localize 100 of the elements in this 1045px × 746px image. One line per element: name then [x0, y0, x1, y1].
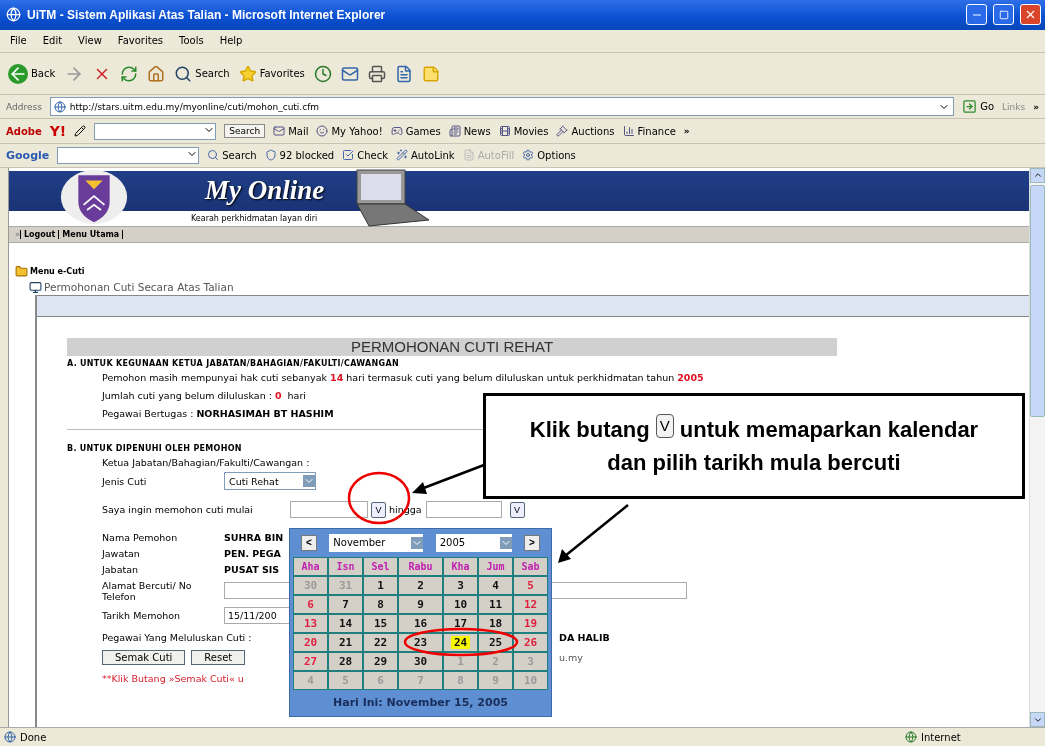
- calendar-day[interactable]: 22: [364, 633, 397, 651]
- printer-icon: [367, 64, 386, 83]
- calendar-day[interactable]: 30: [399, 652, 442, 670]
- calendar-day[interactable]: 3: [444, 576, 477, 594]
- previous-month-button[interactable]: <: [301, 534, 317, 551]
- form-button[interactable]: Reset: [191, 650, 246, 666]
- google-search-field[interactable]: [57, 147, 200, 164]
- more-chevron[interactable]: »: [683, 126, 690, 137]
- go-button[interactable]: Go: [962, 99, 995, 115]
- menu-item[interactable]: Help: [219, 35, 243, 47]
- leave-type-select[interactable]: Cuti Rehat: [224, 472, 316, 491]
- yahoo-toolbar-item[interactable]: News: [448, 125, 491, 138]
- search-button[interactable]: Search: [174, 64, 230, 83]
- menu-item[interactable]: Favorites: [117, 35, 163, 47]
- menu-item[interactable]: File: [10, 35, 27, 47]
- yahoo-toolbar-item[interactable]: Mail: [273, 125, 309, 138]
- calendar-day[interactable]: 16: [399, 614, 442, 632]
- info-text: Pemohon masih mempunyai hak cuti sebanyak 14 hari termasuk cuti yang belum diluluskan untuk perkhidmatan tahun 2005: [102, 371, 704, 386]
- back-button[interactable]: Back: [8, 63, 56, 84]
- calendar-day[interactable]: 14: [329, 614, 362, 632]
- calendar-day[interactable]: 4: [479, 576, 512, 594]
- page-icon: [53, 100, 66, 113]
- month-select[interactable]: November: [329, 533, 424, 552]
- print-button[interactable]: [367, 64, 386, 83]
- refresh-button[interactable]: [120, 64, 139, 83]
- calendar-day[interactable]: 10: [444, 595, 477, 613]
- field-value: PUSAT SIS: [224, 564, 280, 576]
- start-date-field[interactable]: [290, 501, 368, 519]
- yahoo-logo[interactable]: Y!: [49, 123, 67, 140]
- year-select[interactable]: 2005: [435, 533, 512, 552]
- weekday-header: Jum: [479, 557, 512, 575]
- google-toolbar-item[interactable]: AutoLink: [395, 149, 455, 162]
- yahoo-toolbar-item[interactable]: My Yahoo!: [316, 125, 383, 138]
- section-title: B. UNTUK DIPENUHI OLEH PEMOHON: [67, 443, 242, 454]
- yahoo-toolbar-item[interactable]: Games: [390, 125, 441, 138]
- history-button[interactable]: [313, 64, 332, 83]
- end-date-field[interactable]: [425, 501, 502, 519]
- mail-button[interactable]: [340, 64, 359, 83]
- next-month-button[interactable]: >: [524, 534, 540, 551]
- calendar-button[interactable]: V: [371, 501, 386, 518]
- document-icon: [394, 64, 413, 83]
- nav-link[interactable]: Menu Utama: [58, 229, 124, 239]
- address-field[interactable]: http://stars.uitm.edu.my/myonline/cuti/mohon_cuti.cfm: [49, 97, 955, 117]
- home-button[interactable]: [147, 64, 166, 83]
- google-toolbar-item[interactable]: Check: [342, 149, 388, 162]
- instruction-note: **Klik Butang »Semak Cuti« u: [102, 672, 244, 684]
- adobe-label[interactable]: Adobe: [6, 125, 42, 137]
- calendar-day[interactable]: 18: [479, 614, 512, 632]
- menu-item[interactable]: Tools: [179, 35, 204, 47]
- calendar-day[interactable]: 1: [364, 576, 397, 594]
- maximize-icon: [998, 9, 1009, 20]
- close-button[interactable]: [1020, 4, 1041, 26]
- yahoo-search-button[interactable]: Search: [224, 124, 266, 139]
- more-links-chevron[interactable]: »: [1033, 101, 1039, 112]
- calendar-day[interactable]: 9: [399, 595, 442, 613]
- yahoo-search-field[interactable]: [94, 122, 217, 140]
- nav-mark: »: [15, 229, 20, 239]
- scrollbar[interactable]: [1029, 167, 1045, 728]
- gamepad-icon: [390, 125, 403, 138]
- google-label[interactable]: Google: [6, 149, 50, 162]
- google-toolbar-item[interactable]: Search: [207, 149, 257, 162]
- minimize-button[interactable]: [966, 4, 987, 26]
- info-text: Jumlah cuti yang belum diluluskan : 0 hari: [102, 389, 306, 404]
- field-label: Pegawai Yang Meluluskan Cuti :: [102, 632, 252, 644]
- field-value: SUHRA BIN: [224, 532, 284, 544]
- yahoo-toolbar-item[interactable]: Auctions: [556, 125, 615, 138]
- refresh-icon: [120, 64, 139, 83]
- newspaper-icon: [448, 125, 461, 138]
- calendar-day[interactable]: 28: [329, 652, 362, 670]
- calendar-day[interactable]: 21: [329, 633, 362, 651]
- menu-item[interactable]: View: [78, 35, 102, 47]
- calendar-day[interactable]: 7: [329, 595, 362, 613]
- google-toolbar-item[interactable]: Options: [522, 149, 576, 162]
- tree-item[interactable]: Permohonan Cuti Secara Atas Talian: [44, 281, 234, 294]
- calendar-day[interactable]: 2: [399, 576, 442, 594]
- calendar-day[interactable]: 15: [364, 614, 397, 632]
- calendar-day[interactable]: 11: [479, 595, 512, 613]
- maximize-button[interactable]: [993, 4, 1014, 26]
- address-label: Address: [6, 101, 42, 112]
- google-toolbar-item[interactable]: 92 blocked: [264, 149, 335, 162]
- calendar-day[interactable]: 24: [444, 633, 477, 651]
- star-icon: [238, 64, 257, 83]
- weekday-header: Sel: [364, 557, 397, 575]
- yahoo-toolbar-item[interactable]: Finance: [622, 125, 676, 138]
- section-title: A. UNTUK KEGUNAAN KETUA JABATAN/BAHAGIAN/FAKULTI/CAWANGAN: [67, 358, 399, 369]
- calendar-day[interactable]: 8: [364, 595, 397, 613]
- favorites-button[interactable]: Favorites: [238, 64, 305, 83]
- computer-icon: [29, 280, 42, 294]
- apply-date-field[interactable]: 15/11/200: [224, 607, 290, 625]
- calendar-day[interactable]: 29: [364, 652, 397, 670]
- nav-link[interactable]: Logout: [19, 229, 59, 239]
- menu-item[interactable]: Edit: [42, 35, 63, 47]
- wand-icon: [395, 149, 408, 162]
- form-button[interactable]: Semak Cuti: [102, 650, 186, 666]
- calendar-button[interactable]: V: [509, 501, 525, 518]
- search-icon: [174, 64, 193, 83]
- weekday-header: Rabu: [399, 557, 442, 575]
- edit-button[interactable]: [394, 64, 413, 83]
- yahoo-toolbar-item[interactable]: Movies: [498, 125, 549, 138]
- tree-item[interactable]: Menu e-Cuti: [30, 266, 85, 276]
